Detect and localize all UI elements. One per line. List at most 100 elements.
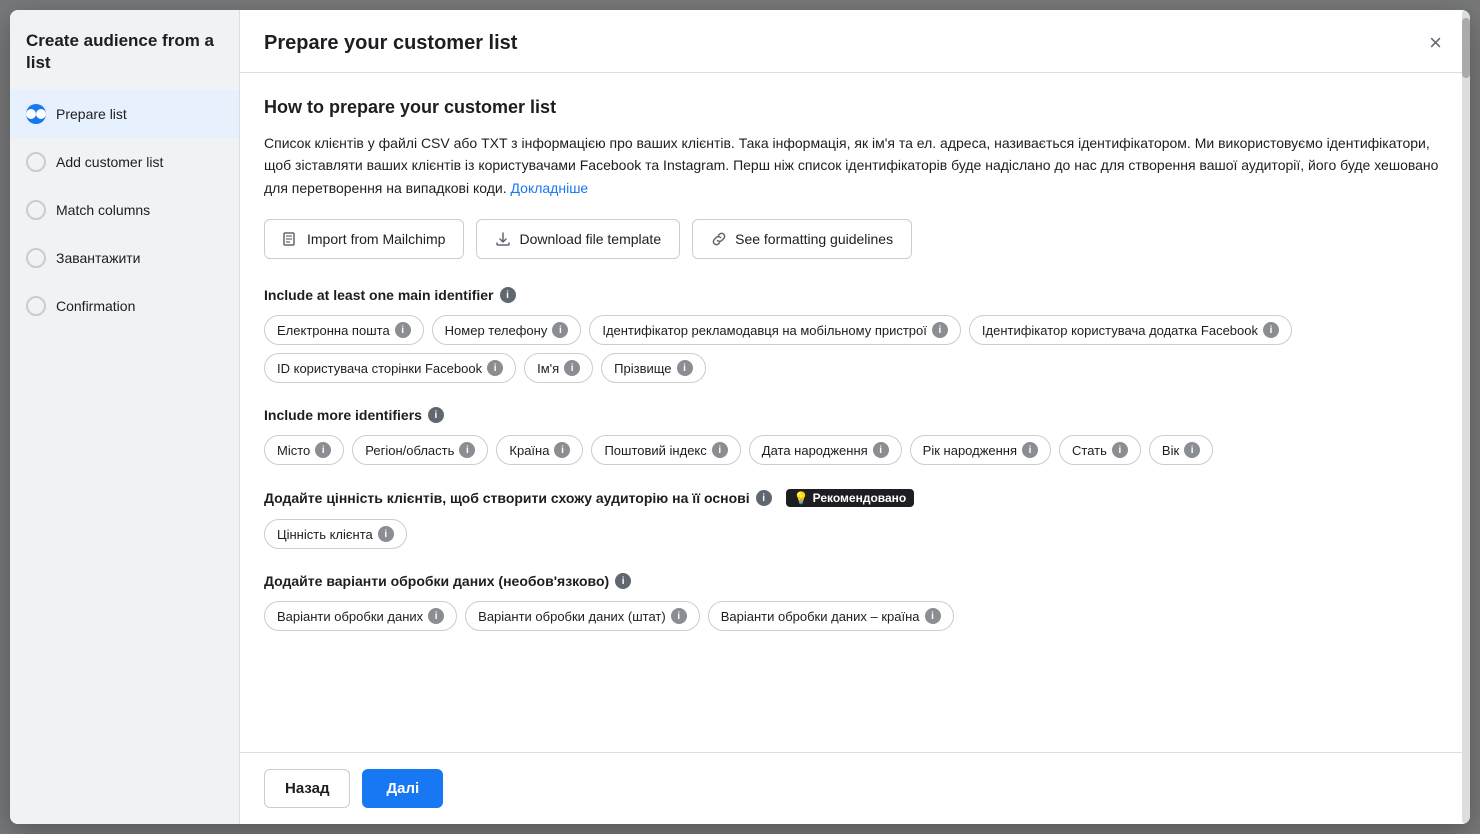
- tag-processing-data-info[interactable]: i: [428, 608, 444, 624]
- tag-birth-year-label: Рік народження: [923, 443, 1017, 458]
- import-mailchimp-button[interactable]: Import from Mailchimp: [264, 219, 464, 259]
- tag-birthdate[interactable]: Дата народження i: [749, 435, 902, 465]
- tag-phone[interactable]: Номер телефону i: [432, 315, 582, 345]
- tag-processing-country-info[interactable]: i: [925, 608, 941, 624]
- tag-zip[interactable]: Поштовий індекс i: [591, 435, 740, 465]
- recommended-label: Рекомендовано: [813, 491, 907, 505]
- tag-region-label: Регіон/область: [365, 443, 454, 458]
- value-section-info-icon[interactable]: i: [756, 490, 772, 506]
- tag-processing-data[interactable]: Варіанти обробки даних i: [264, 601, 457, 631]
- import-mailchimp-label: Import from Mailchimp: [307, 231, 445, 247]
- value-section: Додайте цінність клієнтів, щоб створити …: [264, 489, 1446, 549]
- bulb-icon: 💡: [794, 491, 809, 505]
- more-identifier-tags: Місто i Регіон/область i Країна i Пошт: [264, 435, 1446, 465]
- tag-page-user-info[interactable]: i: [487, 360, 503, 376]
- tag-first-name-info[interactable]: i: [564, 360, 580, 376]
- tag-processing-country-label: Варіанти обробки даних – країна: [721, 609, 920, 624]
- tag-customer-value-label: Цінність клієнта: [277, 527, 373, 542]
- tag-zip-label: Поштовий індекс: [604, 443, 706, 458]
- processing-tags: Варіанти обробки даних i Варіанти обробк…: [264, 601, 1446, 631]
- tag-gender[interactable]: Стать i: [1059, 435, 1141, 465]
- main-identifier-tags: Електронна пошта i Номер телефону i Іден…: [264, 315, 1446, 383]
- tag-processing-country[interactable]: Варіанти обробки даних – країна i: [708, 601, 954, 631]
- tag-customer-value-info[interactable]: i: [378, 526, 394, 542]
- sidebar-item-add[interactable]: Add customer list: [10, 138, 239, 186]
- sidebar-circle-prepare: [26, 104, 46, 124]
- action-buttons: Import from Mailchimp Download file temp…: [264, 219, 1446, 259]
- tag-first-name-label: Ім'я: [537, 361, 559, 376]
- close-button[interactable]: ×: [1425, 28, 1446, 58]
- tag-birthdate-label: Дата народження: [762, 443, 868, 458]
- sidebar-circle-upload: [26, 248, 46, 268]
- section-title: How to prepare your customer list: [264, 97, 1446, 118]
- sidebar-item-match[interactable]: Match columns: [10, 186, 239, 234]
- sidebar-label-match: Match columns: [56, 202, 150, 218]
- sidebar-label-add: Add customer list: [56, 154, 163, 170]
- more-identifier-info-icon[interactable]: i: [428, 407, 444, 423]
- tag-city-info[interactable]: i: [315, 442, 331, 458]
- main-identifier-label: Include at least one main identifier i: [264, 287, 1446, 303]
- tag-gender-info[interactable]: i: [1112, 442, 1128, 458]
- tag-birth-year[interactable]: Рік народження i: [910, 435, 1051, 465]
- tag-country-info[interactable]: i: [554, 442, 570, 458]
- tag-app-user[interactable]: Ідентифікатор користувача додатка Facebo…: [969, 315, 1292, 345]
- tag-customer-value[interactable]: Цінність клієнта i: [264, 519, 407, 549]
- tag-app-user-label: Ідентифікатор користувача додатка Facebo…: [982, 323, 1258, 338]
- tag-age-label: Вік: [1162, 443, 1179, 458]
- value-section-label-text: Додайте цінність клієнтів, щоб створити …: [264, 490, 750, 506]
- tag-last-name[interactable]: Прізвище i: [601, 353, 705, 383]
- tag-page-user[interactable]: ID користувача сторінки Facebook i: [264, 353, 516, 383]
- tag-phone-label: Номер телефону: [445, 323, 548, 338]
- more-identifier-label-text: Include more identifiers: [264, 407, 422, 423]
- tag-page-user-label: ID користувача сторінки Facebook: [277, 361, 482, 376]
- description-link[interactable]: Докладніше: [511, 180, 589, 196]
- tag-mobile-advertiser[interactable]: Ідентифікатор рекламодавця на мобільному…: [589, 315, 961, 345]
- tag-age-info[interactable]: i: [1184, 442, 1200, 458]
- processing-section-info-icon[interactable]: i: [615, 573, 631, 589]
- sidebar-circle-match: [26, 200, 46, 220]
- tag-app-user-info[interactable]: i: [1263, 322, 1279, 338]
- tag-processing-state[interactable]: Варіанти обробки даних (штат) i: [465, 601, 700, 631]
- tag-processing-state-info[interactable]: i: [671, 608, 687, 624]
- tag-email[interactable]: Електронна пошта i: [264, 315, 424, 345]
- download-template-button[interactable]: Download file template: [476, 219, 680, 259]
- recommended-badge: 💡 Рекомендовано: [786, 489, 915, 507]
- processing-section-label: Додайте варіанти обробки даних (необов'я…: [264, 573, 1446, 589]
- tag-zip-info[interactable]: i: [712, 442, 728, 458]
- main-identifier-section: Include at least one main identifier i Е…: [264, 287, 1446, 383]
- scrollbar[interactable]: [1462, 10, 1470, 824]
- link-icon: [711, 230, 727, 248]
- tag-email-label: Електронна пошта: [277, 323, 390, 338]
- next-button[interactable]: Далі: [362, 769, 443, 808]
- main-footer: Назад Далі: [240, 752, 1470, 824]
- tag-first-name[interactable]: Ім'я i: [524, 353, 593, 383]
- tag-email-info[interactable]: i: [395, 322, 411, 338]
- tag-birthdate-info[interactable]: i: [873, 442, 889, 458]
- sidebar-item-prepare[interactable]: Prepare list: [10, 90, 239, 138]
- tag-birth-year-info[interactable]: i: [1022, 442, 1038, 458]
- main-header-title: Prepare your customer list: [264, 32, 517, 55]
- sidebar-title: Create audience from a list: [10, 10, 239, 90]
- tag-processing-data-label: Варіанти обробки даних: [277, 609, 423, 624]
- tag-country-label: Країна: [509, 443, 549, 458]
- back-button[interactable]: Назад: [264, 769, 350, 808]
- sidebar-label-confirm: Confirmation: [56, 298, 135, 314]
- tag-age[interactable]: Вік i: [1149, 435, 1213, 465]
- tag-country[interactable]: Країна i: [496, 435, 583, 465]
- sidebar-item-upload[interactable]: Завантажити: [10, 234, 239, 282]
- tag-mobile-advertiser-info[interactable]: i: [932, 322, 948, 338]
- tag-phone-info[interactable]: i: [552, 322, 568, 338]
- tag-city[interactable]: Місто i: [264, 435, 344, 465]
- main-identifier-info-icon[interactable]: i: [500, 287, 516, 303]
- tag-gender-label: Стать: [1072, 443, 1107, 458]
- formatting-guidelines-label: See formatting guidelines: [735, 231, 893, 247]
- sidebar-label-prepare: Prepare list: [56, 106, 127, 122]
- tag-region-info[interactable]: i: [459, 442, 475, 458]
- formatting-guidelines-button[interactable]: See formatting guidelines: [692, 219, 912, 259]
- tag-region[interactable]: Регіон/область i: [352, 435, 488, 465]
- main-identifier-label-text: Include at least one main identifier: [264, 287, 494, 303]
- tag-last-name-info[interactable]: i: [677, 360, 693, 376]
- tag-city-label: Місто: [277, 443, 310, 458]
- sidebar-item-confirm[interactable]: Confirmation: [10, 282, 239, 330]
- main-body: How to prepare your customer list Список…: [240, 73, 1470, 824]
